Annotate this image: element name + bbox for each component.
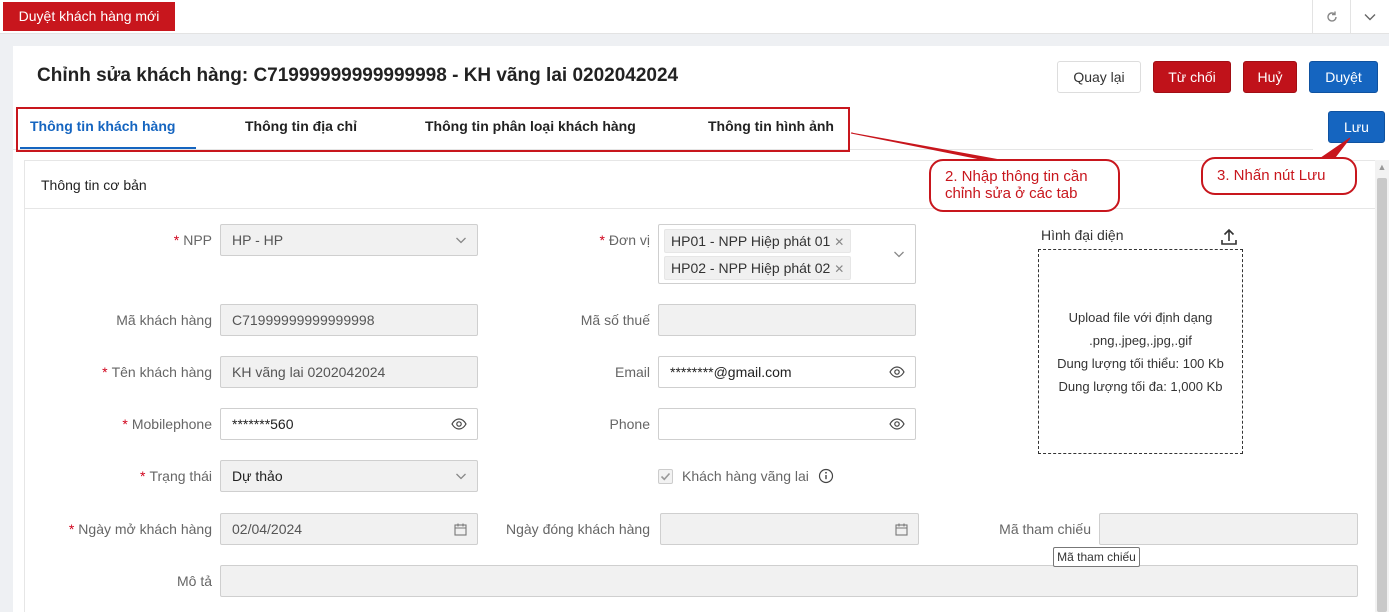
page-title: Chỉnh sửa khách hàng: C71999999999999998… <box>37 65 679 86</box>
don-vi-tag: HP01 - NPP Hiệp phát 01 ✕ <box>664 229 852 253</box>
trang-thai-label: * Trạng thái <box>140 468 212 484</box>
close-icon[interactable]: ✕ <box>834 235 844 249</box>
step2-callout: 2. Nhập thông tin cần chỉnh sửa ở các ta… <box>929 159 1120 212</box>
save-button[interactable]: Lưu <box>1328 111 1385 143</box>
section-title: Thông tin cơ bản <box>41 177 147 193</box>
ma-khach-hang-input: C71999999999999998 <box>220 304 478 336</box>
upload-icon[interactable] <box>1219 227 1239 247</box>
ngay-mo-datepicker[interactable]: 02/04/2024 <box>220 513 478 545</box>
khach-hang-vang-lai-label: Khách hàng vãng lai <box>682 468 809 484</box>
chevron-down-icon <box>455 461 467 491</box>
upload-max-size-text: Dung lượng tối đa: 1,000 Kb <box>1058 378 1223 394</box>
phone-field[interactable] <box>658 408 916 440</box>
avatar-upload-area[interactable]: Upload file với định dạng .png,.jpeg,.jp… <box>1038 249 1243 454</box>
ma-so-thue-label: Mã số thuế <box>580 312 650 328</box>
ngay-mo-label: * Ngày mở khách hàng <box>68 521 212 537</box>
eye-icon[interactable] <box>889 409 905 439</box>
close-icon[interactable]: ✕ <box>834 262 844 276</box>
khach-hang-vang-lai-checkbox[interactable] <box>658 469 673 484</box>
mobilephone-field[interactable]: *******560 <box>220 408 478 440</box>
ten-khach-hang-input[interactable]: KH vãng lai 0202042024 <box>220 356 478 388</box>
email-label: Email <box>614 364 650 380</box>
upload-format-text: Upload file với định dạng .png,.jpeg,.jp… <box>1068 309 1213 348</box>
mobilephone-label: * Mobilephone <box>122 416 212 432</box>
chevron-down-icon <box>893 225 905 283</box>
tabs-highlight-box <box>16 107 850 152</box>
step3-callout: 3. Nhấn nút Lưu <box>1201 157 1357 195</box>
chevron-down-icon <box>455 225 467 255</box>
scroll-up-icon[interactable]: ▲ <box>1375 160 1389 174</box>
avatar-label: Hình đại diện <box>1041 227 1124 243</box>
mo-ta-label: Mô tả <box>176 573 212 589</box>
email-field[interactable]: ********@gmail.com <box>658 356 916 388</box>
info-icon[interactable] <box>818 468 834 484</box>
npp-select[interactable]: HP - HP <box>220 224 478 256</box>
reject-button[interactable]: Từ chối <box>1153 61 1231 93</box>
upload-min-size-text: Dung lượng tối thiểu: 100 Kb <box>1057 355 1224 371</box>
phone-label: Phone <box>609 416 650 432</box>
section-divider <box>25 208 1375 209</box>
app-tab[interactable]: Duyệt khách hàng mới <box>3 2 175 31</box>
eye-icon[interactable] <box>889 357 905 387</box>
npp-label: * NPP <box>173 232 212 248</box>
ma-tham-chieu-label: Mã tham chiếu <box>999 521 1091 537</box>
refresh-icon[interactable] <box>1312 0 1350 34</box>
eye-icon[interactable] <box>451 409 467 439</box>
mo-ta-textarea[interactable] <box>220 565 1358 597</box>
ma-khach-hang-label: Mã khách hàng <box>116 312 212 328</box>
don-vi-label: * Đơn vị <box>599 232 650 248</box>
back-button[interactable]: Quay lại <box>1057 61 1141 93</box>
ngay-dong-label: Ngày đóng khách hàng <box>506 521 650 537</box>
scrollbar-thumb[interactable] <box>1377 178 1387 612</box>
calendar-icon[interactable] <box>895 514 908 544</box>
don-vi-tag: HP02 - NPP Hiệp phát 02 ✕ <box>664 256 852 280</box>
don-vi-multiselect[interactable]: HP01 - NPP Hiệp phát 01 ✕ HP02 - NPP Hiệp… <box>658 224 916 284</box>
top-bar: Duyệt khách hàng mới <box>0 0 1389 34</box>
ma-tham-chieu-input[interactable] <box>1099 513 1358 545</box>
ngay-dong-datepicker[interactable] <box>660 513 919 545</box>
cancel-button[interactable]: Huỷ <box>1243 61 1297 93</box>
ten-khach-hang-label: * Tên khách hàng <box>102 364 212 380</box>
chevron-down-icon[interactable] <box>1350 0 1388 34</box>
calendar-icon[interactable] <box>454 514 467 544</box>
ma-so-thue-input[interactable] <box>658 304 916 336</box>
ma-tham-chieu-tooltip: Mã tham chiếu <box>1053 547 1140 567</box>
trang-thai-select[interactable]: Dự thảo <box>220 460 478 492</box>
approve-button[interactable]: Duyệt <box>1309 61 1378 93</box>
